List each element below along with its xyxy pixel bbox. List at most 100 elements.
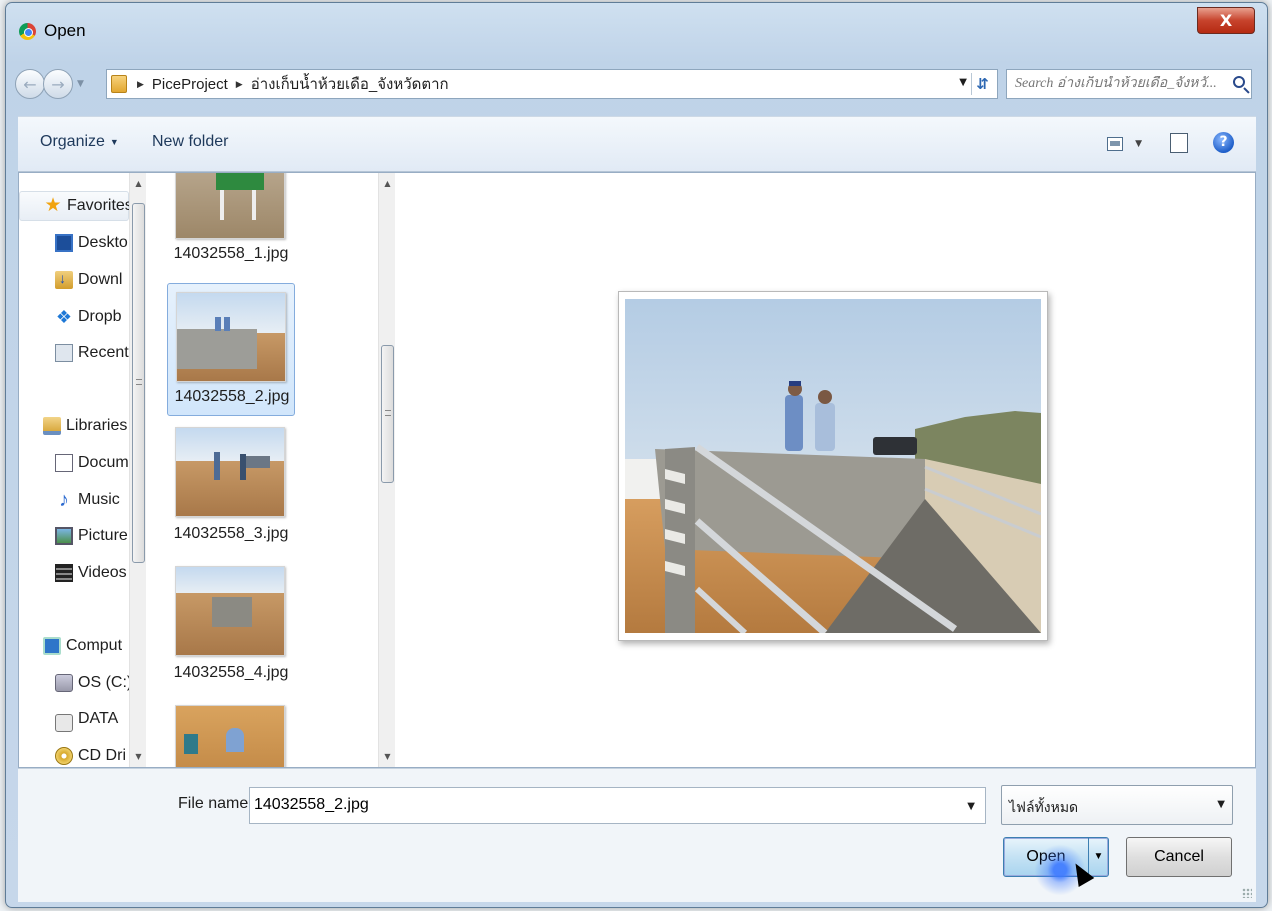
- nav-drive-c[interactable]: OS (C:): [55, 668, 132, 698]
- thumb-person: [215, 317, 221, 331]
- close-button[interactable]: X: [1197, 7, 1255, 34]
- breadcrumb-arrow-icon[interactable]: ▶: [137, 79, 144, 90]
- navigation-buttons: ← → ▼: [15, 69, 84, 99]
- address-bar[interactable]: ▶ PiceProject ▶ อ่างเก็บน้ำห้วยเดือ_จังห…: [106, 69, 998, 99]
- downloads-icon: [55, 270, 73, 289]
- preview-image: [625, 299, 1041, 633]
- breadcrumb-item[interactable]: อ่างเก็บน้ำห้วยเดือ_จังหวัดตาก: [251, 72, 449, 96]
- thumb-spillway: [212, 597, 252, 627]
- file-thumbnail: [175, 705, 285, 767]
- grip-icon: [385, 410, 391, 416]
- file-list[interactable]: 14032558_1.jpg 14032558_2.jpg 14032558_3…: [147, 173, 378, 767]
- view-options-dropdown-icon[interactable]: ▼: [1135, 139, 1142, 149]
- nav-computer[interactable]: Comput: [43, 631, 122, 661]
- file-list-scrollbar[interactable]: ▲ ▼: [378, 173, 395, 767]
- command-bar: Organize ▼ New folder ▼ ?: [18, 116, 1256, 172]
- computer-icon: [43, 637, 61, 655]
- nav-label: Docum: [78, 454, 129, 471]
- file-thumbnail: [176, 292, 286, 382]
- desktop-icon: [55, 234, 73, 252]
- file-item[interactable]: [167, 703, 295, 767]
- nav-label: Downl: [78, 271, 123, 288]
- thumb-person: [214, 452, 220, 480]
- thumb-ground: [176, 461, 284, 516]
- file-item[interactable]: 14032558_4.jpg: [167, 564, 295, 694]
- breadcrumb: ▶ PiceProject ▶ อ่างเก็บน้ำห้วยเดือ_จังห…: [137, 72, 449, 96]
- nav-documents[interactable]: Docum: [55, 448, 129, 478]
- documents-icon: [55, 454, 73, 472]
- change-view-icon[interactable]: [1107, 137, 1123, 151]
- nav-cd-drive[interactable]: CD Dri: [55, 741, 126, 767]
- organize-button[interactable]: Organize ▼: [40, 133, 119, 151]
- thumb-post: [220, 190, 224, 220]
- nav-desktop[interactable]: Deskto: [55, 228, 128, 258]
- recent-places-icon: [55, 344, 73, 362]
- nav-label: Libraries: [66, 417, 128, 434]
- file-name-input[interactable]: [254, 796, 944, 814]
- resize-grip-icon[interactable]: [1242, 888, 1252, 898]
- file-item[interactable]: 14032558_1.jpg: [167, 173, 295, 275]
- music-icon: ♪: [59, 489, 69, 511]
- thumb-person: [240, 454, 246, 480]
- thumb-sign: [216, 173, 264, 190]
- nav-downloads[interactable]: Downl: [55, 265, 122, 295]
- scroll-thumb[interactable]: [381, 345, 394, 483]
- title-bar: Open: [19, 19, 86, 43]
- search-input[interactable]: [1015, 76, 1220, 92]
- new-folder-button[interactable]: New folder: [152, 133, 228, 151]
- file-name-combobox[interactable]: ▼: [249, 787, 986, 824]
- nav-label: Comput: [66, 637, 123, 654]
- nav-videos[interactable]: Videos: [55, 558, 127, 588]
- nav-drive-data[interactable]: DATA: [55, 704, 118, 734]
- nav-recent[interactable]: Recent: [55, 338, 129, 368]
- file-thumbnail: [175, 566, 285, 656]
- preview-pane: [618, 291, 1048, 641]
- cd-drive-icon: [55, 747, 73, 765]
- navigation-pane[interactable]: ★ Favorites Deskto Downl ❖ Dropb Recent …: [19, 173, 146, 767]
- recent-locations-dropdown[interactable]: ▼: [77, 79, 84, 89]
- pictures-icon: [55, 527, 73, 545]
- breadcrumb-arrow-icon[interactable]: ▶: [236, 79, 243, 90]
- file-name: 14032558_2.jpg: [174, 388, 290, 405]
- thumb-post: [252, 190, 256, 220]
- help-icon[interactable]: ?: [1213, 132, 1234, 153]
- scroll-up-icon[interactable]: ▲: [379, 175, 396, 192]
- nav-favorites[interactable]: ★ Favorites: [19, 191, 133, 221]
- nav-label: Picture: [78, 527, 128, 544]
- nav-music[interactable]: ♪ Music: [55, 485, 120, 515]
- thumb-person: [184, 734, 198, 754]
- scroll-down-icon[interactable]: ▼: [130, 748, 147, 765]
- file-item[interactable]: 14032558_3.jpg: [167, 425, 295, 555]
- scroll-thumb[interactable]: [132, 203, 145, 563]
- nav-label: Videos: [78, 564, 127, 581]
- file-item-selected[interactable]: 14032558_2.jpg: [167, 283, 295, 416]
- nav-label: DATA: [78, 710, 119, 727]
- nav-scrollbar[interactable]: ▲ ▼: [129, 173, 146, 767]
- back-button[interactable]: ←: [15, 69, 45, 99]
- folder-icon: [111, 75, 127, 93]
- thumb-person: [226, 728, 244, 752]
- search-box[interactable]: [1006, 69, 1252, 99]
- search-icon[interactable]: [1233, 76, 1245, 88]
- nav-pictures[interactable]: Picture: [55, 521, 128, 551]
- thumb-sky: [176, 567, 284, 594]
- nav-label: OS (C:): [78, 674, 133, 691]
- chrome-icon: [19, 22, 36, 40]
- nav-dropbox[interactable]: ❖ Dropb: [55, 302, 122, 332]
- cancel-button[interactable]: Cancel: [1126, 837, 1232, 877]
- scroll-up-icon[interactable]: ▲: [130, 175, 147, 192]
- preview-photo: [625, 299, 1041, 633]
- file-type-select[interactable]: ไฟล์ทั้งหมด ▼: [1001, 785, 1233, 825]
- chevron-down-icon[interactable]: ▼: [967, 801, 975, 812]
- open-options-dropdown-icon[interactable]: ▼: [1088, 838, 1108, 876]
- star-icon: ★: [44, 195, 62, 216]
- preview-pane-icon[interactable]: [1170, 133, 1188, 153]
- refresh-icon[interactable]: ⇵: [971, 73, 993, 95]
- file-name: 14032558_4.jpg: [173, 664, 289, 681]
- breadcrumb-item[interactable]: PiceProject: [152, 76, 228, 93]
- nav-libraries[interactable]: Libraries: [43, 411, 127, 441]
- address-dropdown-icon[interactable]: ▼: [959, 77, 967, 88]
- thumb-wall: [177, 329, 257, 369]
- scroll-down-icon[interactable]: ▼: [379, 748, 396, 765]
- forward-button[interactable]: →: [43, 69, 73, 99]
